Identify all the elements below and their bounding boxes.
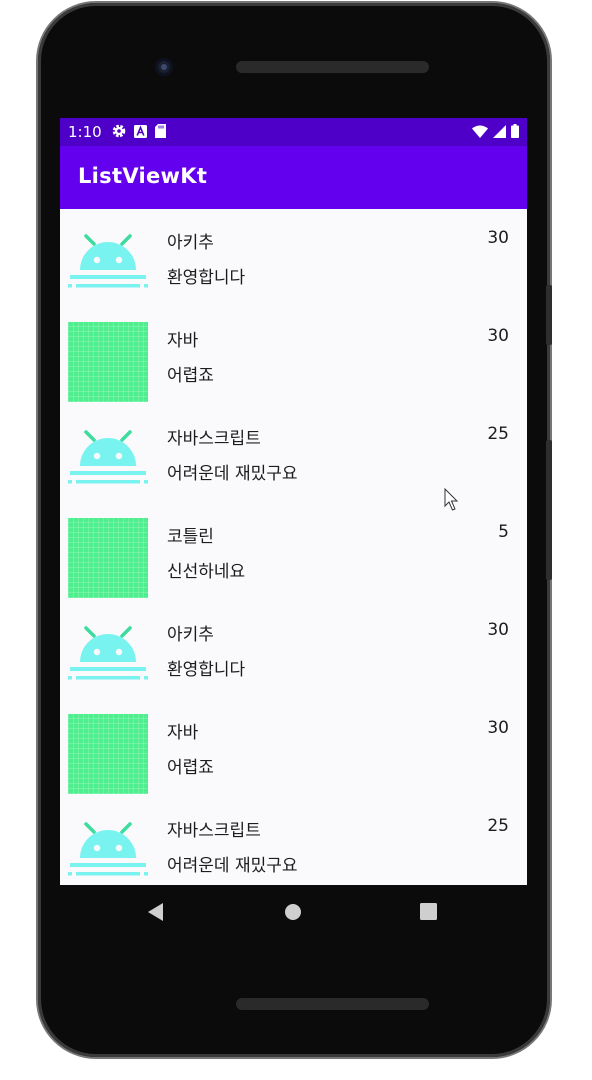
top-speaker [236, 61, 429, 73]
recents-icon[interactable] [420, 903, 437, 920]
item-desc: 어려운데 재밌구요 [167, 464, 298, 484]
power-button [546, 285, 552, 345]
item-age: 5 [498, 522, 509, 542]
android-icon [68, 420, 148, 500]
item-desc: 환영합니다 [167, 660, 246, 680]
item-desc: 어렵죠 [167, 758, 214, 778]
item-age: 30 [487, 718, 509, 738]
android-icon [68, 616, 148, 696]
green-pattern-image [68, 518, 148, 598]
green-pattern-image [68, 714, 148, 794]
item-age: 30 [487, 228, 509, 248]
green-pattern-image [68, 322, 148, 402]
item-desc: 신선하네요 [167, 562, 246, 582]
item-title: 자바스크립트 [167, 429, 261, 449]
item-age: 25 [487, 816, 509, 836]
status-time: 1:10 [68, 123, 102, 141]
item-age: 30 [487, 620, 509, 640]
item-title: 코틀린 [167, 527, 214, 547]
list-item[interactable]: 자바 30 어렵죠 [60, 699, 527, 797]
app-bar: ListViewKt [60, 146, 527, 209]
a-icon [134, 124, 147, 138]
battery-icon [511, 124, 519, 138]
list-view[interactable]: 아키추 30 환영합니다 자바 30 어렵죠 자바스크립트 25 어려운데 재밌… [60, 209, 527, 885]
item-desc: 환영합니다 [167, 268, 246, 288]
item-age: 30 [487, 326, 509, 346]
item-desc: 어렵죠 [167, 366, 214, 386]
list-item[interactable]: 코틀린 5 신선하네요 [60, 503, 527, 601]
wifi-icon [472, 125, 488, 138]
list-item[interactable]: 아키추 30 환영합니다 [60, 601, 527, 699]
signal-icon [493, 124, 506, 138]
item-title: 자바 [167, 331, 199, 351]
item-title: 아키추 [167, 233, 214, 253]
home-icon[interactable] [284, 903, 302, 921]
item-title: 아키추 [167, 625, 214, 645]
android-icon [68, 812, 148, 885]
volume-button [546, 440, 552, 580]
status-bar: 1:10 [60, 118, 527, 146]
back-icon[interactable] [147, 903, 165, 921]
list-item[interactable]: 아키추 30 환영합니다 [60, 209, 527, 307]
sd-card-icon [155, 124, 166, 138]
item-age: 25 [487, 424, 509, 444]
mouse-cursor-icon [444, 488, 459, 511]
list-item[interactable]: 자바스크립트 25 어려운데 재밌구요 [60, 797, 527, 885]
bottom-speaker [236, 998, 429, 1010]
app-title: ListViewKt [78, 164, 208, 188]
item-desc: 어려운데 재밌구요 [167, 856, 298, 876]
android-icon [68, 224, 148, 304]
item-title: 자바스크립트 [167, 821, 261, 841]
item-title: 자바 [167, 723, 199, 743]
list-item[interactable]: 자바 30 어렵죠 [60, 307, 527, 405]
front-camera [155, 58, 173, 76]
gear-icon [112, 124, 126, 138]
navigation-bar [60, 885, 527, 940]
